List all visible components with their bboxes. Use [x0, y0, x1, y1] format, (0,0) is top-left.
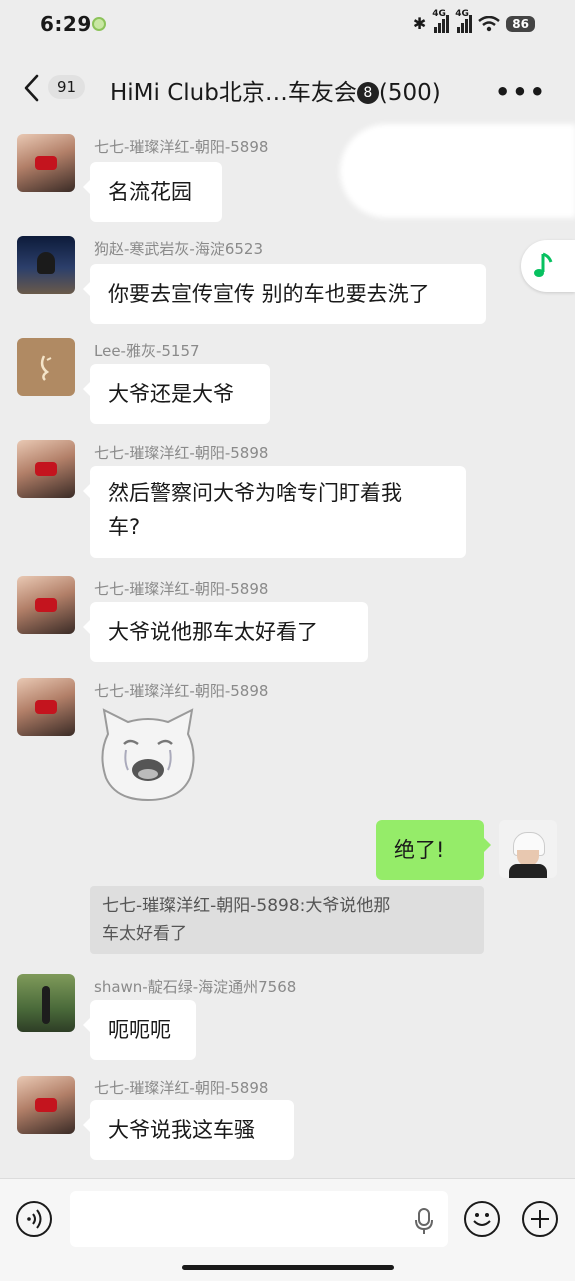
user-avatar[interactable]	[17, 576, 75, 634]
status-bar: 6:29 ✱ 4G 4G 86	[0, 0, 575, 50]
message-text-line: 车?	[108, 515, 141, 539]
user-avatar[interactable]	[17, 1076, 75, 1134]
member-count: (500)	[378, 80, 441, 106]
message-bubble-self[interactable]: 绝了!	[376, 820, 491, 880]
cellular-signal-icon-2: 4G	[455, 9, 473, 33]
quoted-message[interactable]: 七七-璀璨洋红-朝阳-5898:大爷说他那 车太好看了	[90, 886, 484, 954]
message-text: 绝了!	[394, 838, 445, 862]
crying-cat-sticker[interactable]	[94, 704, 202, 804]
message-bubble[interactable]: 你要去宣传宣传 别的车也要去洗了	[83, 264, 486, 324]
message-text: 你要去宣传宣传 别的车也要去洗了	[108, 282, 430, 306]
message-text: 大爷说我这车骚	[108, 1118, 255, 1142]
plus-icon	[531, 1210, 549, 1228]
message-text: 呃呃呃	[108, 1018, 171, 1042]
message-bubble[interactable]: 大爷说他那车太好看了	[83, 602, 368, 662]
chat-header: 91 HiMi Club北京…车友会 8 (500) •••	[0, 60, 575, 120]
group-name: HiMi Club北京…车友会	[110, 80, 357, 106]
user-avatar[interactable]	[17, 134, 75, 192]
sender-name: 七七-璀璨洋红-朝阳-5898	[94, 138, 269, 156]
user-avatar[interactable]	[17, 678, 75, 736]
message-text: 大爷说他那车太好看了	[108, 620, 318, 644]
music-note-icon	[534, 252, 553, 277]
message-bubble[interactable]: 大爷还是大爷	[83, 364, 270, 424]
mic-icon[interactable]	[414, 1207, 434, 1235]
emoji-button[interactable]	[464, 1201, 500, 1237]
user-avatar[interactable]	[17, 974, 75, 1032]
voice-icon	[27, 1209, 42, 1229]
home-indicator	[182, 1265, 394, 1270]
sender-name: 七七-璀璨洋红-朝阳-5898	[94, 682, 269, 700]
battery-indicator: 86	[506, 15, 535, 32]
chat-title[interactable]: HiMi Club北京…车友会 8 (500)	[110, 73, 441, 107]
message-text: 名流花园	[108, 180, 192, 204]
user-avatar[interactable]	[17, 440, 75, 498]
message-text-line: 然后警察问大爷为啥专门盯着我	[108, 481, 402, 505]
status-icons: ✱ 4G 4G 86	[412, 9, 535, 33]
back-arrow-icon[interactable]	[20, 72, 44, 104]
message-bubble[interactable]: 大爷说我这车骚	[83, 1100, 294, 1160]
sender-name: 狗赵-寒武岩灰-海淀6523	[94, 240, 263, 258]
redacted-area	[340, 124, 575, 218]
message-text: 大爷还是大爷	[108, 382, 234, 406]
app-notification-icon	[92, 17, 106, 31]
message-input[interactable]	[70, 1191, 448, 1247]
more-options-icon[interactable]: •••	[495, 78, 547, 106]
message-bubble[interactable]: 呃呃呃	[83, 1000, 196, 1060]
status-time: 6:29	[40, 12, 92, 36]
self-avatar[interactable]	[499, 820, 557, 878]
message-bubble[interactable]: 名流花园	[83, 162, 222, 222]
message-bubble[interactable]: 然后警察问大爷为啥专门盯着我 车?	[83, 466, 466, 558]
quote-text-line: 车太好看了	[102, 924, 187, 944]
unread-count-badge[interactable]: 91	[48, 75, 86, 99]
voice-button[interactable]	[16, 1201, 52, 1237]
cellular-signal-icon: 4G	[432, 9, 450, 33]
input-bar	[0, 1178, 575, 1281]
user-avatar[interactable]	[17, 338, 75, 396]
sender-name: 七七-璀璨洋红-朝阳-5898	[94, 580, 269, 598]
more-functions-button[interactable]	[522, 1201, 558, 1237]
sender-name: 七七-璀璨洋红-朝阳-5898	[94, 1079, 269, 1097]
sender-name: Lee-雅灰-5157	[94, 342, 200, 360]
logo-icon	[40, 355, 52, 381]
title-badge: 8	[356, 82, 379, 104]
sender-name: shawn-靛石绿-海淀通州7568	[94, 978, 297, 996]
emoji-icon	[473, 1213, 491, 1226]
wifi-icon	[478, 15, 501, 31]
quote-text-line: 七七-璀璨洋红-朝阳-5898:大爷说他那	[102, 896, 391, 916]
sender-name: 七七-璀璨洋红-朝阳-5898	[94, 444, 269, 462]
bluetooth-icon: ✱	[412, 14, 427, 33]
user-avatar[interactable]	[17, 236, 75, 294]
floating-music-button[interactable]	[521, 240, 575, 292]
